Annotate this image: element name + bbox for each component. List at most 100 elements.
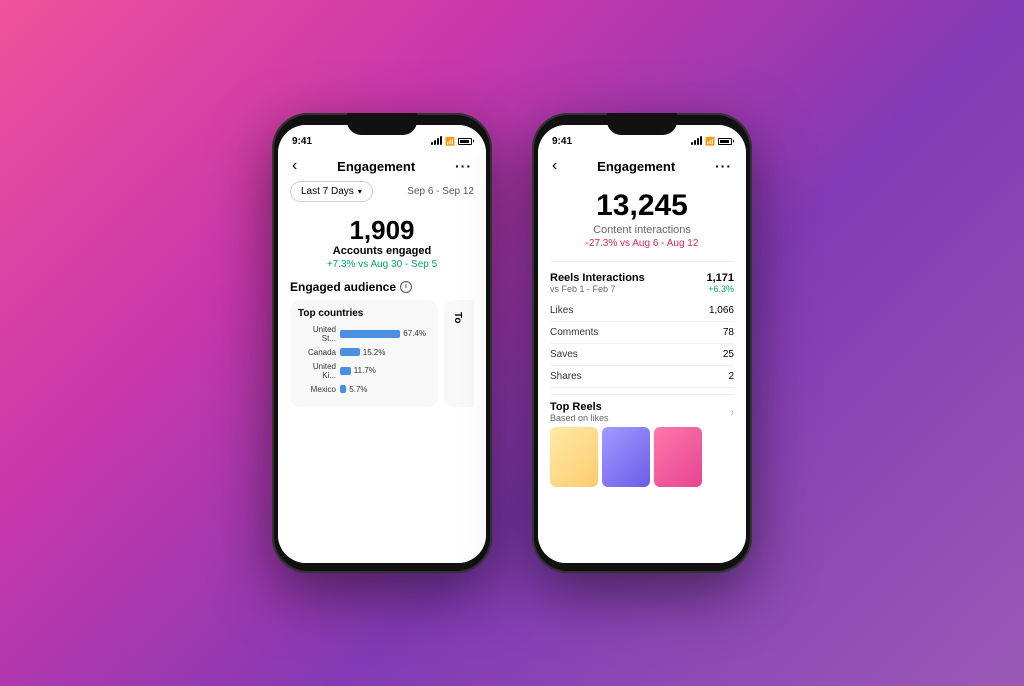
back-button-2[interactable]: ‹: [552, 157, 557, 175]
stat-name: Saves: [550, 349, 578, 360]
accounts-engaged-change: +7.3% vs Aug 30 - Sep 5: [290, 259, 474, 270]
stat-value: 2: [728, 371, 734, 382]
wifi-icon-2: 📶: [705, 137, 715, 146]
phone-frame-1: 9:41 📶 ‹ Engagement: [272, 113, 492, 573]
chevron-down-icon: ▾: [358, 187, 362, 196]
nav-bar-1: ‹ Engagement ···: [278, 153, 486, 181]
stat-value: 78: [723, 327, 734, 338]
content-interactions-number: 13,245: [550, 189, 734, 223]
list-item: United St... 67.4%: [298, 325, 430, 343]
content-interactions-change: -27.3% vs Aug 6 - Aug 12: [550, 238, 734, 249]
top-countries-card: Top countries United St... 67.4% Canada: [290, 300, 438, 407]
list-item: Canada 15.2%: [298, 348, 430, 357]
phone-1: 9:41 📶 ‹ Engagement: [272, 113, 492, 573]
top-countries-title: Top countries: [298, 308, 430, 319]
reels-date-sub: vs Feb 1 - Feb 7: [550, 284, 645, 294]
accounts-engaged-number: 1,909: [290, 216, 474, 245]
thumbnails-row: [550, 427, 734, 487]
battery-icon-1: [458, 138, 472, 145]
stat-name: Shares: [550, 371, 582, 382]
top-cities-card-partial: To: [444, 300, 474, 407]
phone-2: 9:41 📶 ‹ Engagement: [532, 113, 752, 573]
top-reels-section: Top Reels Based on likes ›: [550, 401, 734, 487]
bar: [340, 385, 346, 393]
top-reels-sub: Based on likes: [550, 413, 609, 423]
top-reels-header: Top Reels Based on likes ›: [550, 401, 734, 423]
bar-pct: 67.4%: [403, 329, 426, 338]
notch-1: [347, 113, 417, 135]
bar-container: 67.4%: [340, 329, 430, 338]
bar-pct: 5.7%: [349, 385, 367, 394]
bar: [340, 330, 400, 338]
reels-left: Reels Interactions vs Feb 1 - Feb 7: [550, 272, 645, 294]
info-icon[interactable]: i: [400, 281, 412, 293]
reels-value-block: 1,171 +6.3%: [706, 272, 734, 294]
list-item: United Ki... 11.7%: [298, 362, 430, 380]
nav-bar-2: ‹ Engagement ···: [538, 153, 746, 181]
bar: [340, 348, 360, 356]
time-1: 9:41: [292, 136, 312, 147]
reel-thumbnail-3[interactable]: [654, 427, 702, 487]
bar-pct: 15.2%: [363, 348, 386, 357]
list-item: Mexico 5.7%: [298, 385, 430, 394]
signal-icon-2: [691, 137, 702, 145]
bar-container: 5.7%: [340, 385, 430, 394]
top-reels-title: Top Reels: [550, 401, 609, 413]
cards-row: Top countries United St... 67.4% Canada: [290, 300, 474, 407]
country-name: United St...: [298, 325, 336, 343]
wifi-icon-1: 📶: [445, 137, 455, 146]
content-1: Last 7 Days ▾ Sep 6 - Sep 12 1,909 Accou…: [278, 181, 486, 563]
reels-header: Reels Interactions vs Feb 1 - Feb 7 1,17…: [550, 272, 734, 294]
stat-name: Comments: [550, 327, 598, 338]
bar: [340, 367, 351, 375]
reel-thumbnail-2[interactable]: [602, 427, 650, 487]
divider-2: [550, 394, 734, 395]
country-name: United Ki...: [298, 362, 336, 380]
accounts-engaged-label: Accounts engaged: [290, 245, 474, 257]
screen-1: 9:41 📶 ‹ Engagement: [278, 125, 486, 563]
filter-row: Last 7 Days ▾ Sep 6 - Sep 12: [290, 181, 474, 202]
stat-value: 25: [723, 349, 734, 360]
list-item: Shares 2: [550, 366, 734, 388]
content-2: 13,245 Content interactions -27.3% vs Au…: [538, 181, 746, 563]
engaged-audience-title: Engaged audience i: [290, 280, 474, 294]
reels-interactions-title: Reels Interactions: [550, 272, 645, 284]
country-name: Mexico: [298, 385, 336, 394]
notch-2: [607, 113, 677, 135]
reels-section: Reels Interactions vs Feb 1 - Feb 7 1,17…: [550, 268, 734, 300]
filter-label: Last 7 Days: [301, 186, 354, 197]
reels-change: +6.3%: [706, 284, 734, 294]
more-button-2[interactable]: ···: [715, 158, 732, 174]
back-button-1[interactable]: ‹: [292, 157, 297, 175]
bar-container: 15.2%: [340, 348, 430, 357]
content-interactions-label: Content interactions: [550, 224, 734, 236]
status-icons-1: 📶: [431, 137, 472, 146]
reel-thumbnail-1[interactable]: [550, 427, 598, 487]
signal-icon-1: [431, 137, 442, 145]
big-metric: 13,245 Content interactions -27.3% vs Au…: [550, 181, 734, 255]
battery-icon-2: [718, 138, 732, 145]
list-item: Comments 78: [550, 322, 734, 344]
reels-number: 1,171: [706, 272, 734, 284]
time-2: 9:41: [552, 136, 572, 147]
stat-value: 1,066: [709, 305, 734, 316]
phone-frame-2: 9:41 📶 ‹ Engagement: [532, 113, 752, 573]
chevron-right-icon[interactable]: ›: [731, 407, 734, 418]
date-range-label: Sep 6 - Sep 12: [407, 186, 474, 197]
date-filter-pill[interactable]: Last 7 Days ▾: [290, 181, 373, 202]
list-item: Saves 25: [550, 344, 734, 366]
bar-pct: 11.7%: [354, 366, 376, 375]
main-metric: 1,909 Accounts engaged +7.3% vs Aug 30 -…: [290, 216, 474, 270]
list-item: Likes 1,066: [550, 300, 734, 322]
status-icons-2: 📶: [691, 137, 732, 146]
bar-container: 11.7%: [340, 366, 430, 375]
stat-name: Likes: [550, 305, 573, 316]
top-reels-left: Top Reels Based on likes: [550, 401, 609, 423]
more-button-1[interactable]: ···: [455, 158, 472, 174]
page-title-2: Engagement: [597, 159, 675, 174]
divider-1: [550, 261, 734, 262]
top-cities-title-partial: To: [452, 312, 463, 323]
country-name: Canada: [298, 348, 336, 357]
screen-2: 9:41 📶 ‹ Engagement: [538, 125, 746, 563]
page-title-1: Engagement: [337, 159, 415, 174]
